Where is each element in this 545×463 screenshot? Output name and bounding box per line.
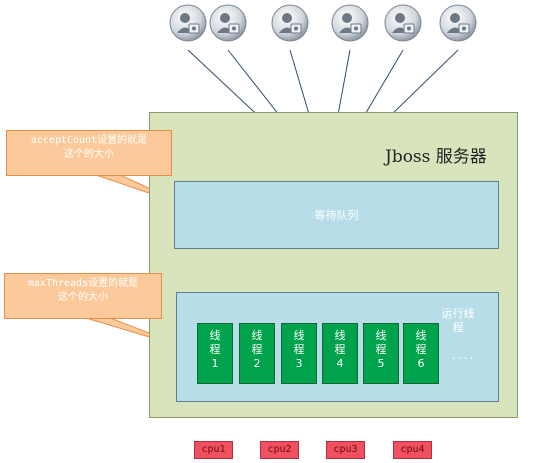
cpu-box-2: cpu2 <box>260 441 299 459</box>
user-icon <box>169 4 207 42</box>
callout-line-2: 这个的大小 <box>64 149 114 160</box>
thread-char-2: 程 <box>209 343 221 356</box>
callout-line-1: acceptCount设置的就是 <box>30 135 148 146</box>
thread-char-1: 线 <box>251 329 263 342</box>
thread-char-1: 线 <box>209 329 221 342</box>
thread-number: 3 <box>295 357 303 370</box>
thread-char-1: 线 <box>415 329 427 342</box>
waiting-queue-box: 等待队列 <box>174 181 499 249</box>
thread-char-1: 线 <box>375 329 387 342</box>
user-icon <box>384 4 422 42</box>
callout-line-2: 这个的大小 <box>58 292 108 303</box>
thread-box-5: 线 程 5 <box>363 323 399 384</box>
thread-char-1: 线 <box>293 329 305 342</box>
thread-box-6: 线 程 6 <box>403 323 439 384</box>
thread-char-2: 程 <box>415 343 427 356</box>
thread-number: 5 <box>377 357 385 370</box>
cpu-box-1: cpu1 <box>194 441 233 459</box>
thread-box-2: 线 程 2 <box>239 323 275 384</box>
thread-char-1: 线 <box>334 329 346 342</box>
thread-number: 2 <box>253 357 261 370</box>
thread-pool-ellipsis: .... <box>452 348 476 362</box>
thread-number: 6 <box>417 357 425 370</box>
server-title: Jboss 服务器 <box>385 147 487 167</box>
user-icon <box>331 4 369 42</box>
thread-char-2: 程 <box>251 343 263 356</box>
thread-box-4: 线 程 4 <box>322 323 358 384</box>
thread-char-2: 程 <box>293 343 305 356</box>
thread-char-2: 程 <box>375 343 387 356</box>
user-icon <box>209 4 247 42</box>
thread-box-3: 线 程 3 <box>281 323 317 384</box>
callout-line-1: maxThreads设置的就是 <box>27 278 139 289</box>
cpu-box-3: cpu3 <box>326 441 365 459</box>
accept-count-callout: acceptCount设置的就是 这个的大小 <box>6 130 172 176</box>
thread-box-1: 线 程 1 <box>197 323 233 384</box>
thread-number: 4 <box>336 357 344 370</box>
thread-number: 1 <box>211 357 219 370</box>
max-threads-callout: maxThreads设置的就是 这个的大小 <box>4 273 162 319</box>
thread-pool-label: 运行线程 <box>441 307 475 334</box>
cpu-box-4: cpu4 <box>393 441 432 459</box>
waiting-queue-label: 等待队列 <box>314 209 359 222</box>
thread-char-2: 程 <box>334 343 346 356</box>
user-icon <box>439 4 477 42</box>
user-icon <box>271 4 309 42</box>
